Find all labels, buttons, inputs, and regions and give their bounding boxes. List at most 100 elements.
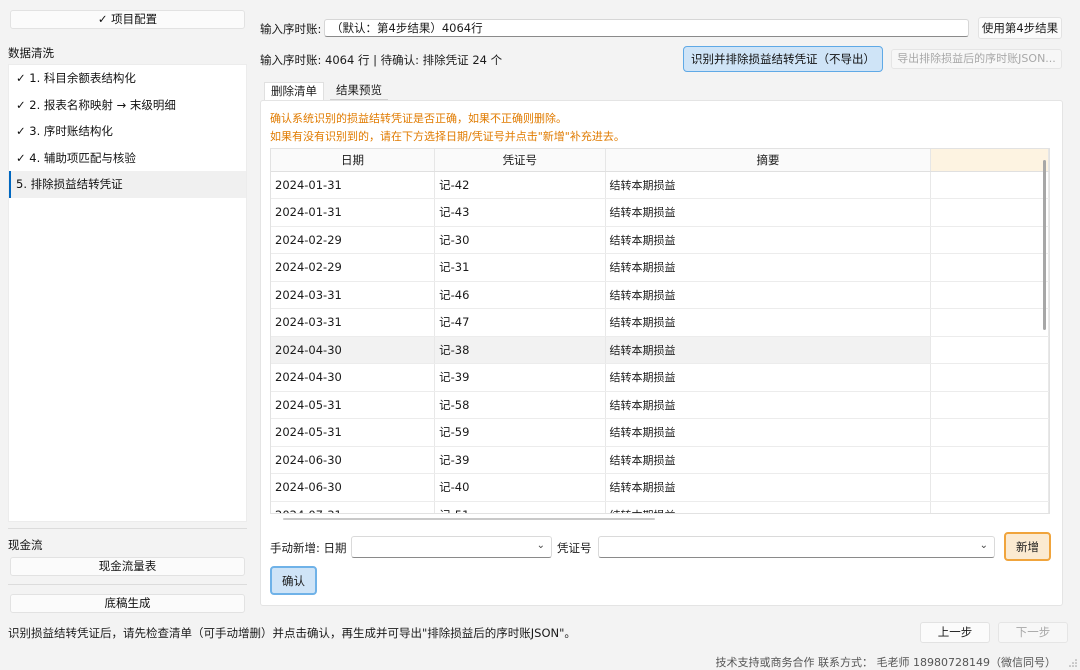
- voucher-select[interactable]: ⌄: [598, 536, 995, 558]
- cell-summary[interactable]: 结转本期损益: [605, 391, 932, 419]
- step-item-3[interactable]: ✓ 3. 序时账结构化: [9, 118, 246, 145]
- voucher-label: 凭证号: [557, 541, 592, 555]
- cell-action[interactable]: [930, 336, 1049, 364]
- cell-date[interactable]: 2024-05-31: [271, 391, 436, 419]
- add-button[interactable]: 新增: [1004, 532, 1051, 561]
- cell-summary[interactable]: 结转本期损益: [605, 501, 932, 513]
- cell-date[interactable]: 2024-04-30: [271, 363, 436, 392]
- cell-date[interactable]: 2024-03-31: [271, 281, 436, 309]
- cell-date[interactable]: 2024-06-30: [271, 473, 436, 502]
- cell-voucher[interactable]: 记-51: [434, 501, 606, 513]
- cell-summary[interactable]: 结转本期损益: [605, 363, 932, 392]
- horizontal-scrollbar[interactable]: [283, 518, 655, 520]
- table-row[interactable]: 2024-07-31记-51结转本期损益: [271, 501, 1049, 513]
- table-row[interactable]: 2024-03-31 记-47 结转本期损益: [271, 308, 1049, 337]
- identify-exclude-button[interactable]: 识别并排除损益结转凭证（不导出）: [683, 46, 883, 72]
- cell-action[interactable]: [930, 171, 1049, 199]
- cell-voucher[interactable]: 记-47: [434, 308, 606, 337]
- cell-voucher[interactable]: 记-39: [434, 446, 606, 474]
- cell-action[interactable]: [930, 308, 1049, 337]
- data-cleaning-title: 数据清洗: [8, 46, 54, 60]
- cashflow-button[interactable]: 现金流量表: [10, 557, 245, 576]
- column-header-date[interactable]: 日期: [271, 149, 436, 172]
- step-item-2[interactable]: ✓ 2. 报表名称映射 → 末级明细: [9, 92, 246, 119]
- table-body: 2024-01-31 记-42 结转本期损益 2024-01-31 记-43 结转本期损益…: [271, 171, 1049, 513]
- step-item-4[interactable]: ✓ 4. 辅助项匹配与核验: [9, 145, 246, 172]
- table-row[interactable]: 2024-01-31 记-42 结转本期损益: [271, 171, 1049, 199]
- table-row[interactable]: 2024-04-30 记-39 结转本期损益: [271, 363, 1049, 392]
- vertical-scrollbar[interactable]: [1043, 160, 1046, 330]
- cell-summary[interactable]: 结转本期损益: [605, 473, 932, 502]
- cell-voucher[interactable]: 记-30: [434, 226, 606, 254]
- cell-action[interactable]: [930, 253, 1049, 282]
- cell-date[interactable]: 2024-04-30: [271, 336, 436, 364]
- cell-action[interactable]: [930, 281, 1049, 309]
- cell-date[interactable]: 2024-02-29: [271, 226, 436, 254]
- cell-action[interactable]: [930, 473, 1049, 502]
- table-row[interactable]: 2024-02-29 记-31 结转本期损益: [271, 253, 1049, 282]
- cell-date[interactable]: 2024-01-31: [271, 171, 436, 199]
- cell-action[interactable]: [930, 391, 1049, 419]
- cell-summary[interactable]: 结转本期损益: [605, 226, 932, 254]
- table-row[interactable]: 2024-04-30 记-38 结转本期损益: [271, 336, 1049, 364]
- cell-summary[interactable]: 结转本期损益: [605, 253, 932, 282]
- table-row[interactable]: 2024-06-30 记-39 结转本期损益: [271, 446, 1049, 474]
- cell-voucher[interactable]: 记-46: [434, 281, 606, 309]
- hint-line-1: 确认系统识别的损益结转凭证是否正确，如果不正确则删除。: [270, 112, 567, 125]
- cell-voucher[interactable]: 记-39: [434, 363, 606, 392]
- cell-summary[interactable]: 结转本期损益: [605, 198, 932, 227]
- tab-delete-list[interactable]: 删除清单: [264, 82, 324, 100]
- export-json-button[interactable]: 导出排除损益后的序时账JSON...: [891, 49, 1062, 69]
- draft-button[interactable]: 底稿生成: [10, 594, 245, 613]
- sidebar-divider: [8, 584, 247, 585]
- cell-voucher[interactable]: 记-58: [434, 391, 606, 419]
- cell-voucher[interactable]: 记-38: [434, 336, 606, 364]
- exclude-table: 日期 凭证号 摘要 2024-01-31 记-42 结转本期损益 2024-01-31…: [270, 148, 1050, 514]
- hint-line-2: 如果有没有识别到的，请在下方选择日期/凭证号并点击"新增"补充进去。: [270, 130, 625, 143]
- column-header-action[interactable]: [930, 149, 1049, 172]
- column-header-voucher[interactable]: 凭证号: [434, 149, 606, 172]
- cell-voucher[interactable]: 记-43: [434, 198, 606, 227]
- table-row[interactable]: 2024-03-31 记-46 结转本期损益: [271, 281, 1049, 309]
- cell-voucher[interactable]: 记-40: [434, 473, 606, 502]
- step-item-1[interactable]: ✓ 1. 科目余额表结构化: [9, 65, 246, 92]
- column-header-summary[interactable]: 摘要: [605, 149, 932, 172]
- cell-action[interactable]: [930, 501, 1049, 513]
- cell-summary[interactable]: 结转本期损益: [605, 446, 932, 474]
- cell-date[interactable]: 2024-05-31: [271, 418, 436, 447]
- cell-action[interactable]: [930, 226, 1049, 254]
- prev-button[interactable]: 上一步: [920, 622, 990, 643]
- project-config-button[interactable]: ✓ 项目配置: [10, 10, 245, 29]
- cell-date[interactable]: 2024-07-31: [271, 501, 436, 513]
- date-select[interactable]: ⌄: [351, 536, 552, 558]
- cell-action[interactable]: [930, 363, 1049, 392]
- tab-result-preview[interactable]: 结果预览: [330, 82, 388, 100]
- table-row[interactable]: 2024-06-30 记-40 结转本期损益: [271, 473, 1049, 502]
- cell-date[interactable]: 2024-03-31: [271, 308, 436, 337]
- cell-action[interactable]: [930, 198, 1049, 227]
- cell-summary[interactable]: 结转本期损益: [605, 281, 932, 309]
- cell-date[interactable]: 2024-01-31: [271, 198, 436, 227]
- resize-grip-icon[interactable]: [1068, 658, 1078, 668]
- next-button[interactable]: 下一步: [998, 622, 1068, 643]
- table-row[interactable]: 2024-05-31 记-59 结转本期损益: [271, 418, 1049, 447]
- table-row[interactable]: 2024-02-29 记-30 结转本期损益: [271, 226, 1049, 254]
- cell-summary[interactable]: 结转本期损益: [605, 308, 932, 337]
- cashflow-title: 现金流: [8, 538, 43, 552]
- cell-date[interactable]: 2024-06-30: [271, 446, 436, 474]
- cell-action[interactable]: [930, 446, 1049, 474]
- step-item-5[interactable]: 5. 排除损益结转凭证: [9, 171, 246, 198]
- cell-date[interactable]: 2024-02-29: [271, 253, 436, 282]
- cell-summary[interactable]: 结转本期损益: [605, 418, 932, 447]
- cell-voucher[interactable]: 记-59: [434, 418, 606, 447]
- cell-voucher[interactable]: 记-42: [434, 171, 606, 199]
- confirm-button[interactable]: 确认: [270, 566, 317, 595]
- cell-summary[interactable]: 结转本期损益: [605, 171, 932, 199]
- table-row[interactable]: 2024-05-31 记-58 结转本期损益: [271, 391, 1049, 419]
- cell-voucher[interactable]: 记-31: [434, 253, 606, 282]
- cell-action[interactable]: [930, 418, 1049, 447]
- cell-summary[interactable]: 结转本期损益: [605, 336, 932, 364]
- input-ledger-field[interactable]: （默认：第4步结果）4064行: [324, 19, 969, 37]
- table-row[interactable]: 2024-01-31 记-43 结转本期损益: [271, 198, 1049, 227]
- use-step4-button[interactable]: 使用第4步结果: [978, 17, 1062, 39]
